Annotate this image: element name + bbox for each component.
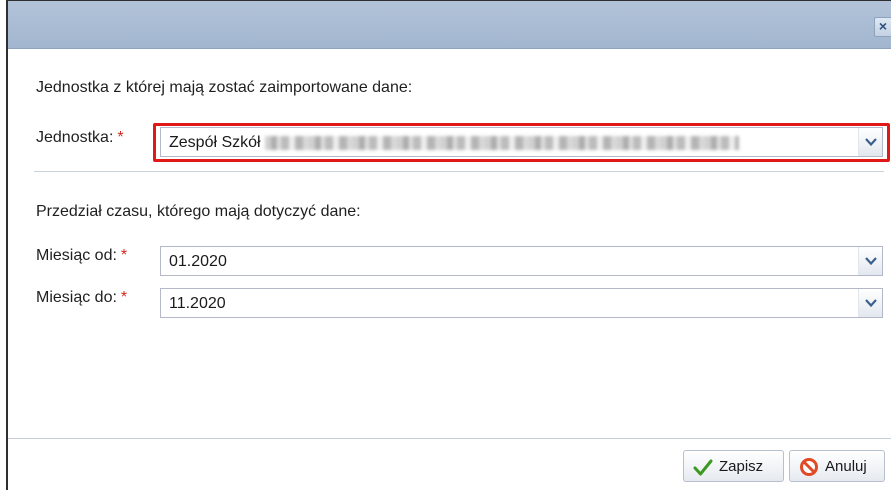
- required-marker: *: [120, 247, 128, 264]
- unit-select-trigger[interactable]: [858, 128, 882, 156]
- required-marker: *: [117, 129, 124, 146]
- close-icon: ×: [878, 18, 888, 34]
- unit-select[interactable]: Zespół Szkół: [160, 127, 883, 157]
- section-divider: [34, 171, 884, 172]
- required-marker: *: [120, 289, 128, 306]
- footer-divider: [8, 438, 891, 439]
- source-section-heading: Jednostka z której mają zostać zaimporto…: [36, 79, 413, 96]
- month-from-select[interactable]: 01.2020: [160, 246, 883, 276]
- save-button-label: Zapisz: [719, 458, 764, 475]
- checkmark-icon: [693, 459, 713, 476]
- dialog-titlebar: ×: [8, 1, 891, 49]
- chevron-down-icon: [865, 257, 877, 266]
- unit-select-value: Zespół Szkół: [169, 134, 739, 152]
- month-from-value: 01.2020: [169, 253, 227, 270]
- month-to-trigger[interactable]: [858, 289, 882, 317]
- redacted-text: [264, 135, 739, 150]
- to-label-row: Miesiąc do: *: [36, 289, 127, 307]
- import-dialog: × Jednostka z której mają zostać zaimpor…: [6, 0, 891, 490]
- close-button[interactable]: ×: [874, 17, 891, 37]
- chevron-down-icon: [865, 299, 877, 308]
- prohibited-icon: [800, 458, 818, 476]
- month-to-select[interactable]: 11.2020: [160, 288, 883, 318]
- month-from-trigger[interactable]: [858, 247, 882, 275]
- period-section-heading: Przedział czasu, którego mają dotyczyć d…: [36, 203, 361, 220]
- cancel-button-label: Anuluj: [825, 458, 867, 475]
- unit-label: Jednostka:: [36, 129, 114, 146]
- unit-label-row: Jednostka: *: [36, 129, 124, 147]
- month-to-label: Miesiąc do:: [36, 289, 117, 306]
- month-from-label: Miesiąc od:: [36, 247, 117, 264]
- from-label-row: Miesiąc od: *: [36, 247, 127, 265]
- chevron-down-icon: [865, 138, 877, 147]
- unit-value-text: Zespół Szkół: [169, 134, 261, 151]
- month-to-value: 11.2020: [169, 295, 226, 312]
- save-button[interactable]: Zapisz: [683, 450, 784, 482]
- cancel-button[interactable]: Anuluj: [789, 450, 885, 482]
